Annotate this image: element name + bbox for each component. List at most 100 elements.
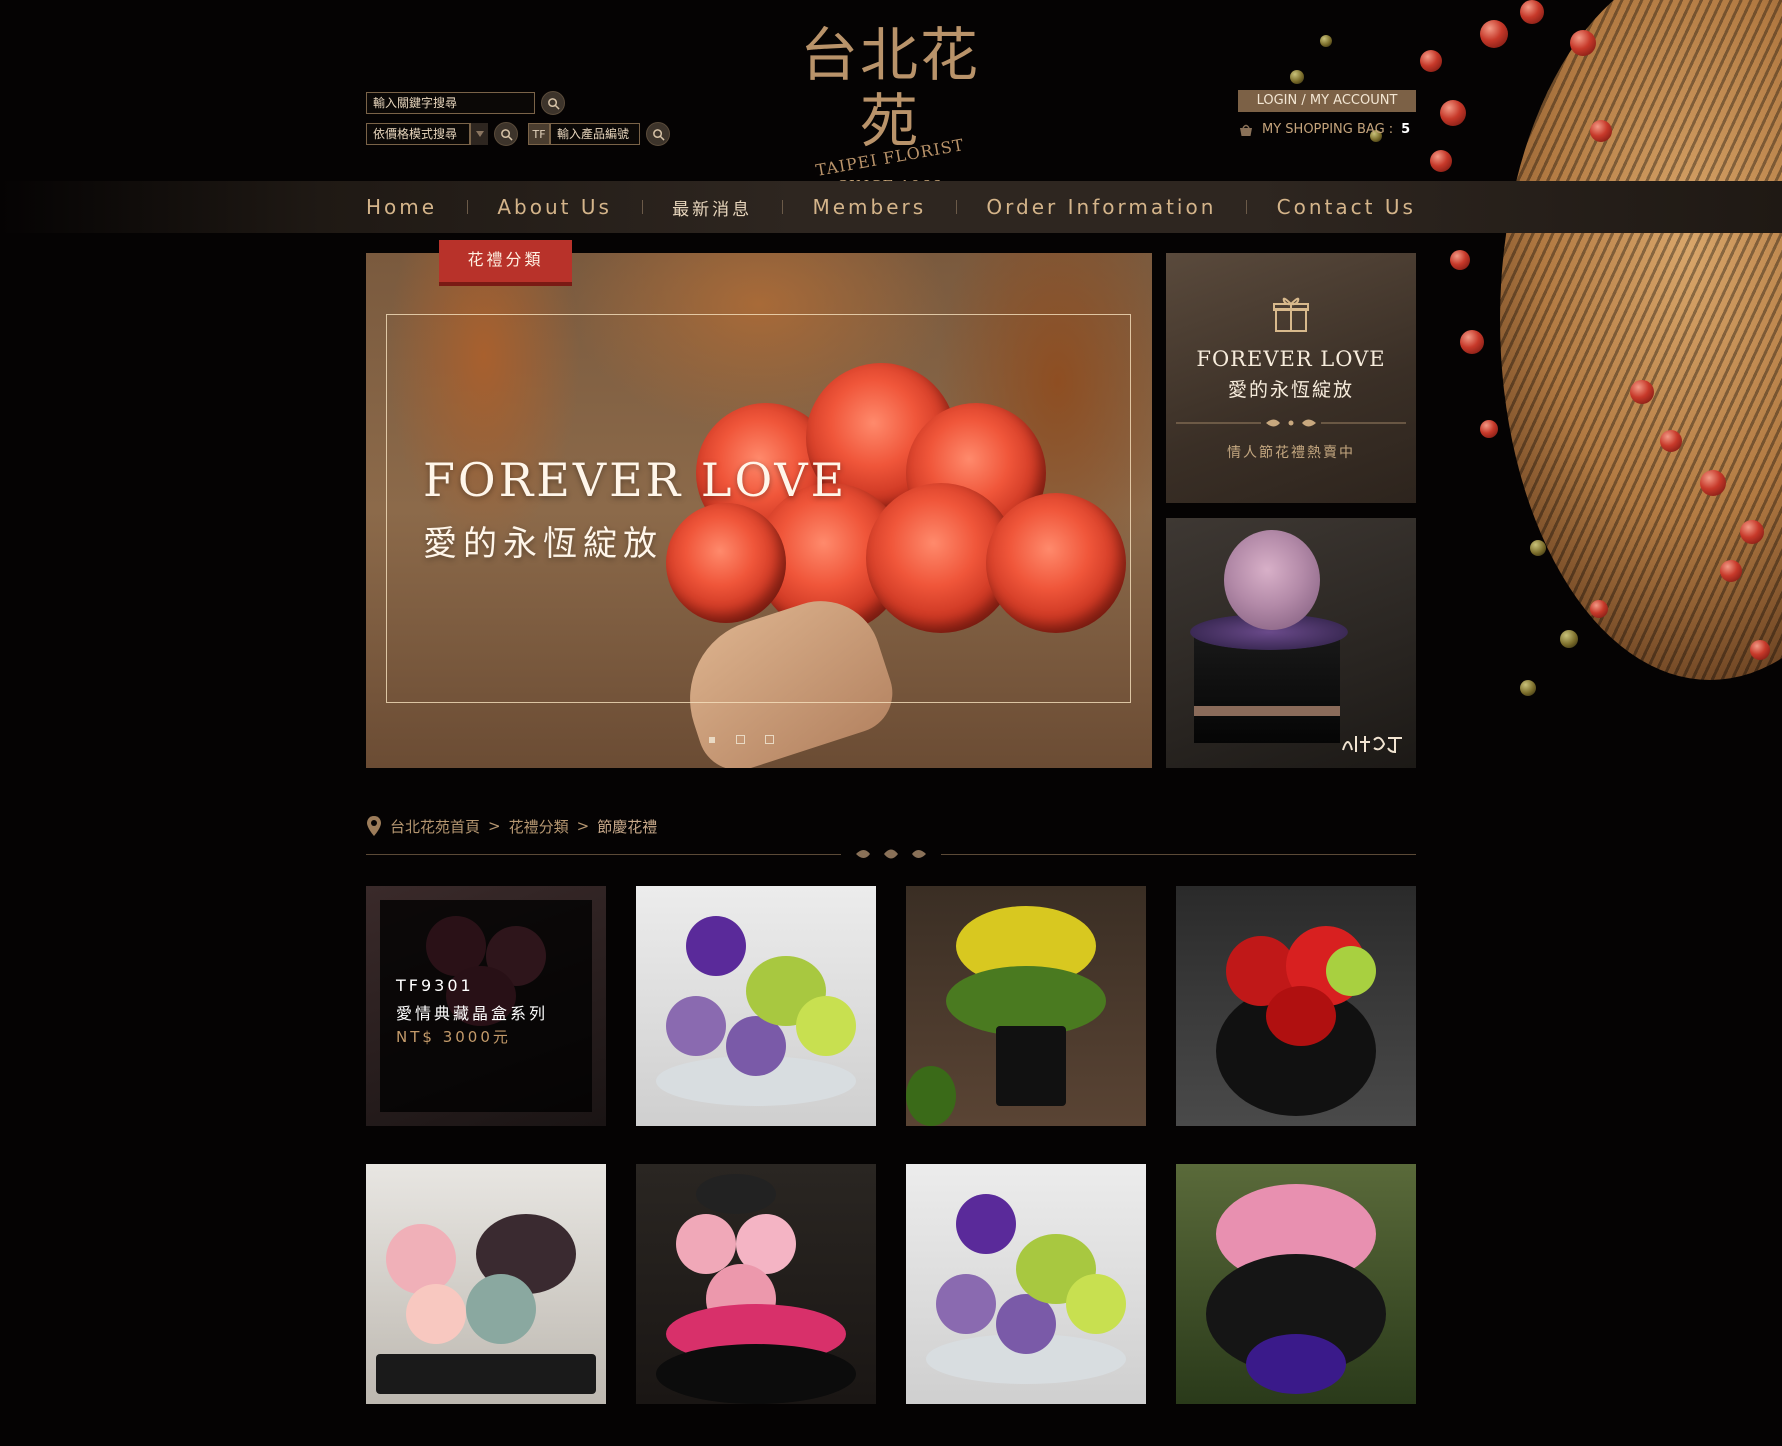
product-image	[906, 886, 1146, 1126]
main-navigation: Home About Us 最新消息 Members Order Informa…	[0, 181, 1782, 233]
product-image	[636, 1164, 876, 1404]
berry	[1420, 50, 1442, 72]
login-link[interactable]: LOGIN	[1257, 93, 1298, 108]
product-card[interactable]	[366, 1164, 606, 1404]
product-image	[636, 886, 876, 1126]
berry	[1460, 330, 1484, 354]
hero-slider[interactable]: FOREVER LOVE 愛的永恆綻放	[366, 253, 1152, 768]
berry	[1720, 560, 1742, 582]
nav-members[interactable]: Members	[812, 195, 926, 219]
hero-subtitle: 愛的永恆綻放	[423, 524, 663, 564]
slider-pagination	[708, 735, 774, 744]
site-logo[interactable]: 台北花苑 TAIPEI FLORIST SINCE 1966	[775, 22, 1005, 195]
product-card[interactable]	[906, 1164, 1146, 1404]
nav-contact-us[interactable]: Contact Us	[1277, 195, 1416, 219]
product-image	[1176, 1164, 1416, 1404]
berry	[1480, 420, 1498, 438]
berry	[1430, 150, 1452, 172]
berry	[1480, 20, 1508, 48]
berry	[1700, 470, 1726, 496]
berry	[1450, 250, 1470, 270]
product-image	[1176, 886, 1416, 1126]
product-code-search-button[interactable]	[646, 122, 670, 146]
slider-dot-1[interactable]	[709, 736, 715, 743]
berry	[1590, 600, 1608, 618]
hero-title: FOREVER LOVE	[423, 453, 848, 507]
nav-divider	[781, 200, 783, 214]
breadcrumb-current: 節慶花禮	[597, 817, 658, 836]
berry	[1440, 100, 1466, 126]
product-code-prefix: TF	[528, 123, 550, 145]
berry	[1630, 380, 1654, 404]
shopping-bag-label: MY SHOPPING BAG :	[1262, 122, 1394, 137]
side-banner-caption: 情人節花禮熱賣中	[1227, 445, 1355, 461]
category-tab[interactable]: 花禮分類	[439, 240, 572, 286]
slider-dot-2[interactable]	[736, 735, 745, 744]
product-card[interactable]	[1176, 1164, 1416, 1404]
price-search-select[interactable]: 依價格模式搜尋	[366, 123, 470, 145]
nav-divider	[466, 200, 468, 214]
shopping-bag-count: 5	[1401, 122, 1411, 137]
product-card[interactable]: TF9301 愛情典藏晶盒系列 NT$ 3000元	[366, 886, 606, 1126]
berry	[1520, 0, 1544, 24]
product-image	[366, 1164, 606, 1404]
side-banner-preserved-rose[interactable]	[1166, 518, 1416, 768]
product-card[interactable]	[636, 1164, 876, 1404]
shopping-bag-icon	[1240, 124, 1252, 136]
search-icon	[652, 128, 665, 141]
account-bar: LOGIN / MY ACCOUNT	[1238, 90, 1416, 112]
berry	[1520, 680, 1536, 696]
breadcrumb-separator: >	[488, 817, 501, 835]
slider-dot-3[interactable]	[765, 735, 774, 744]
breadcrumb: 台北花苑首頁 > 花禮分類 > 節慶花禮	[366, 815, 657, 837]
side-banner-title: FOREVER LOVE	[1196, 347, 1386, 371]
berry	[1590, 120, 1612, 142]
product-card[interactable]	[906, 886, 1146, 1126]
ornament-icon	[856, 849, 926, 859]
berry	[1530, 540, 1546, 556]
product-card[interactable]	[1176, 886, 1416, 1126]
berry	[1320, 35, 1332, 47]
gift-box-icon	[1273, 297, 1309, 332]
berry-wreath-decoration	[1420, 0, 1782, 720]
keyword-search-row: 輸入關鍵字搜尋	[366, 91, 565, 115]
shopping-bag-link[interactable]: MY SHOPPING BAG : 5	[1238, 122, 1410, 137]
product-code: TF9301	[396, 976, 474, 995]
watermark-logo	[1340, 730, 1406, 761]
berry	[1570, 30, 1596, 56]
nav-divider	[1246, 200, 1248, 214]
rose-image	[1224, 530, 1320, 630]
keyword-search-button[interactable]	[541, 91, 565, 115]
account-separator: /	[1301, 93, 1306, 108]
straw-wreath	[1500, 0, 1782, 680]
divider-ornament	[841, 844, 941, 864]
location-pin-icon	[367, 816, 381, 836]
berry	[1750, 640, 1770, 660]
nav-divider	[641, 200, 643, 214]
product-name: 愛情典藏晶盒系列	[396, 1004, 549, 1023]
berry	[1740, 520, 1764, 544]
nav-home[interactable]: Home	[366, 195, 437, 219]
product-code-input[interactable]: 輸入產品編號	[550, 123, 640, 145]
product-card[interactable]	[636, 886, 876, 1126]
ribbon-image	[1194, 706, 1340, 716]
nav-order-information[interactable]: Order Information	[986, 195, 1216, 219]
keyword-search-input[interactable]: 輸入關鍵字搜尋	[366, 92, 535, 114]
berry	[1660, 430, 1682, 452]
breadcrumb-home[interactable]: 台北花苑首頁	[390, 816, 480, 837]
berry	[1560, 630, 1578, 648]
search-icon	[547, 97, 560, 110]
chevron-down-icon[interactable]	[470, 123, 488, 145]
nav-latest-news[interactable]: 最新消息	[672, 195, 752, 220]
side-banner-forever-love[interactable]: FOREVER LOVE 愛的永恆綻放 情人節花禮熱賣中	[1166, 253, 1416, 503]
ornament-divider-icon	[1176, 419, 1406, 427]
breadcrumb-separator: >	[576, 817, 590, 835]
my-account-link[interactable]: MY ACCOUNT	[1310, 93, 1398, 108]
product-image	[906, 1164, 1146, 1404]
hero-frame	[386, 314, 1131, 703]
price-search-button[interactable]	[494, 122, 518, 146]
search-icon	[500, 128, 513, 141]
side-banner-subtitle: 愛的永恆綻放	[1227, 379, 1354, 401]
nav-about-us[interactable]: About Us	[497, 195, 612, 219]
breadcrumb-category[interactable]: 花禮分類	[509, 816, 569, 837]
